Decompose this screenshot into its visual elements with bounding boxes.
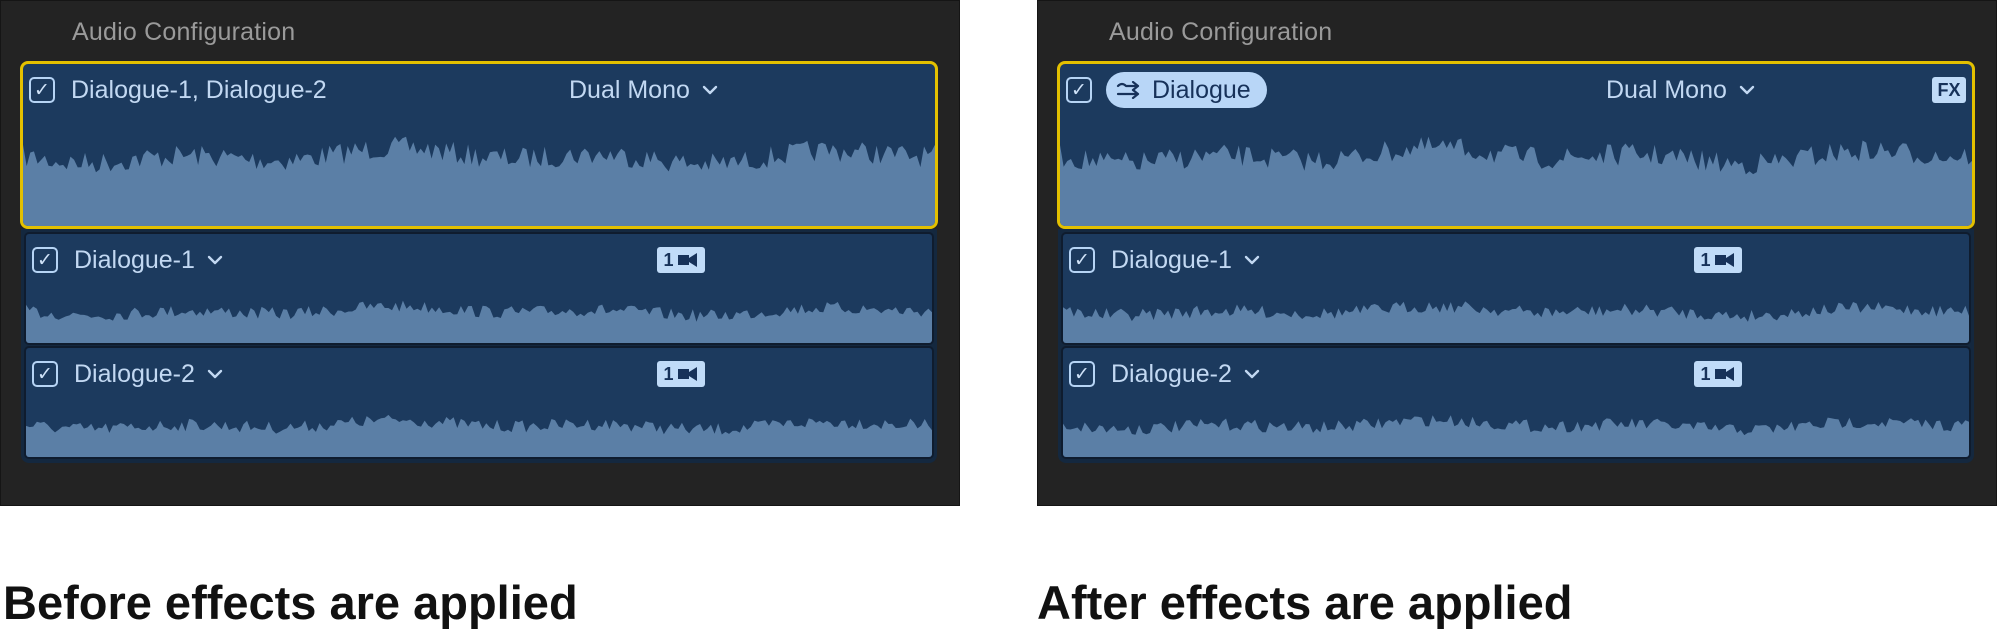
checkmark-icon: ✓ (34, 79, 50, 101)
chevron-down-icon[interactable] (207, 255, 223, 265)
combined-role-header: ✓ Dialogue-1, Dialogue-2 Dual Mono (29, 72, 929, 108)
lane-checkbox[interactable]: ✓ (1069, 247, 1095, 273)
channel-badge: 1 (1694, 361, 1742, 387)
compound-role-name: Dialogue (1152, 75, 1251, 104)
video-camera-icon (677, 253, 697, 267)
lane-header: ✓ Dialogue-1 1 (1069, 242, 1963, 278)
compound-clip-icon (1116, 81, 1146, 99)
compound-role-pill[interactable]: Dialogue (1106, 72, 1267, 108)
channel-badge: 1 (1694, 247, 1742, 273)
audio-configuration-panel-after: Audio Configuration ✓ Dialogue Dual Mono… (1037, 0, 1997, 506)
combined-role-name: Dialogue-1, Dialogue-2 (71, 75, 327, 104)
audio-lane-dialogue-2[interactable]: ✓ Dialogue-2 1 (1061, 346, 1971, 459)
channel-config-dropdown[interactable]: Dual Mono (1606, 72, 1755, 108)
chevron-down-icon (1739, 85, 1755, 95)
video-camera-icon (1714, 367, 1734, 381)
role-checkbox[interactable]: ✓ (1066, 77, 1092, 103)
waveform (1063, 415, 1969, 457)
lane-role-name: Dialogue-2 (1111, 359, 1232, 388)
waveform (1060, 136, 1972, 226)
lane-checkbox[interactable]: ✓ (1069, 361, 1095, 387)
lane-header: ✓ Dialogue-2 1 (1069, 356, 1963, 392)
waveform (23, 136, 935, 226)
channel-config-dropdown[interactable]: Dual Mono (569, 72, 718, 108)
lane-role-name: Dialogue-1 (74, 245, 195, 274)
channel-badge: 1 (657, 247, 705, 273)
combined-role-clip[interactable]: ✓ Dialogue-1, Dialogue-2 Dual Mono (20, 61, 938, 229)
checkmark-icon: ✓ (1074, 363, 1090, 385)
lane-role-name: Dialogue-2 (74, 359, 195, 388)
lane-checkbox[interactable]: ✓ (32, 361, 58, 387)
checkmark-icon: ✓ (1071, 79, 1087, 101)
checkmark-icon: ✓ (37, 249, 53, 271)
video-camera-icon (1714, 253, 1734, 267)
lane-header: ✓ Dialogue-1 1 (32, 242, 926, 278)
caption-after: After effects are applied (1037, 576, 1573, 629)
waveform (1063, 301, 1969, 343)
audio-lane-dialogue-2[interactable]: ✓ Dialogue-2 1 (24, 346, 934, 459)
chevron-down-icon (702, 85, 718, 95)
checkmark-icon: ✓ (37, 363, 53, 385)
panel-title: Audio Configuration (72, 18, 296, 46)
chevron-down-icon[interactable] (1244, 255, 1260, 265)
channel-number: 1 (663, 249, 674, 270)
combined-role-clip[interactable]: ✓ Dialogue Dual Mono FX (1057, 61, 1975, 229)
lane-header: ✓ Dialogue-2 1 (32, 356, 926, 392)
panel-title: Audio Configuration (1109, 18, 1333, 46)
channel-number: 1 (663, 363, 674, 384)
lane-checkbox[interactable]: ✓ (32, 247, 58, 273)
lane-role-name: Dialogue-1 (1111, 245, 1232, 274)
role-checkbox[interactable]: ✓ (29, 77, 55, 103)
channel-number: 1 (1700, 249, 1711, 270)
waveform (26, 414, 932, 457)
audio-lane-dialogue-1[interactable]: ✓ Dialogue-1 1 (1061, 232, 1971, 345)
channel-config-label: Dual Mono (1606, 75, 1727, 104)
audio-lane-dialogue-1[interactable]: ✓ Dialogue-1 1 (24, 232, 934, 345)
caption-before: Before effects are applied (3, 576, 578, 629)
checkmark-icon: ✓ (1074, 249, 1090, 271)
chevron-down-icon[interactable] (1244, 369, 1260, 379)
channel-number: 1 (1700, 363, 1711, 384)
fx-badge: FX (1932, 77, 1966, 103)
waveform (26, 300, 932, 343)
chevron-down-icon[interactable] (207, 369, 223, 379)
channel-config-label: Dual Mono (569, 75, 690, 104)
channel-badge: 1 (657, 361, 705, 387)
audio-configuration-panel-before: Audio Configuration ✓ Dialogue-1, Dialog… (0, 0, 960, 506)
combined-role-header: ✓ Dialogue Dual Mono FX (1066, 72, 1966, 108)
video-camera-icon (677, 367, 697, 381)
